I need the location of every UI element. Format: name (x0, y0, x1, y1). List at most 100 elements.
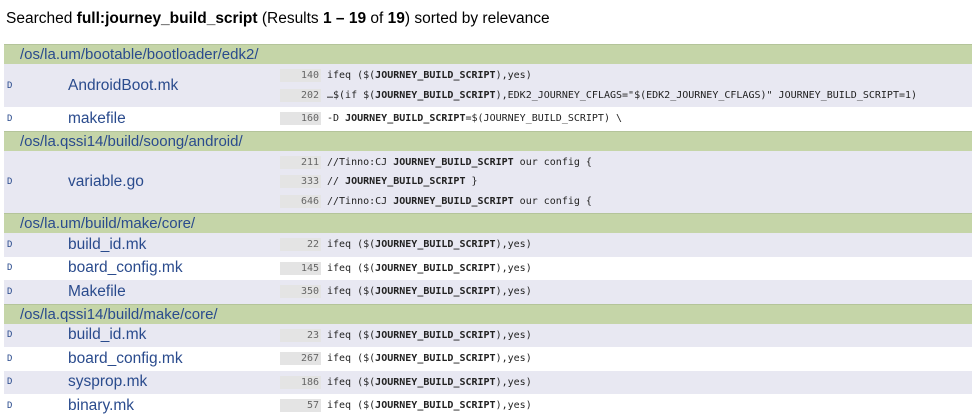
code-text: ifeq ($( (327, 239, 376, 251)
code-match-highlight: JOURNEY_BUILD_SCRIPT (375, 89, 496, 101)
code-snippet-link[interactable]: ifeq ($(JOURNEY_BUILD_SCRIPT),yes) (327, 239, 532, 250)
code-snippet-link[interactable]: ifeq ($(JOURNEY_BUILD_SCRIPT),yes) (327, 263, 532, 274)
document-icon[interactable]: D (7, 354, 12, 364)
document-icon[interactable]: D (7, 177, 12, 187)
directory-link[interactable]: /os/la.qssi14/build/soong/android/ (4, 130, 972, 151)
code-text: ifeq ($( (327, 353, 376, 365)
file-link[interactable]: build_id.mk (68, 326, 146, 344)
document-icon[interactable]: D (7, 330, 12, 340)
match-lines: 186 ifeq ($(JOURNEY_BUILD_SCRIPT),yes) (280, 371, 972, 395)
code-text: our config { (513, 195, 592, 207)
line-number-link[interactable]: 140 (280, 69, 321, 83)
results-range: 1 – 19 (323, 10, 367, 27)
line-number-link[interactable]: 186 (280, 375, 321, 389)
result-row: Dboard_config.mk 145 ifeq ($(JOURNEY_BUILD… (4, 256, 972, 281)
code-text: ifeq ($( (327, 329, 376, 341)
document-icon[interactable]: D (7, 287, 12, 297)
code-match-highlight: JOURNEY_BUILD_SCRIPT (375, 286, 496, 298)
match-line: 140 ifeq ($(JOURNEY_BUILD_SCRIPT),yes) (280, 66, 972, 86)
code-text: ),yes) (495, 70, 532, 82)
document-icon[interactable]: D (7, 81, 12, 91)
directory-link[interactable]: /os/la.um/bootable/bootloader/edk2/ (4, 44, 972, 64)
code-match-highlight: JOURNEY_BUILD_SCRIPT (375, 239, 496, 251)
document-icon[interactable]: D (7, 377, 12, 387)
code-snippet-link[interactable]: ifeq ($(JOURNEY_BUILD_SCRIPT),yes) (327, 377, 532, 388)
document-icon[interactable]: D (7, 240, 12, 250)
search-query: full:journey_build_script (76, 10, 258, 27)
document-icon[interactable]: D (7, 263, 12, 273)
code-text: =$(JOURNEY_BUILD_SCRIPT) \ (465, 113, 623, 125)
code-snippet-link[interactable]: //Tinno:CJ JOURNEY_BUILD_SCRIPT our conf… (327, 196, 592, 207)
code-match-highlight: JOURNEY_BUILD_SCRIPT (375, 376, 496, 388)
line-number-link[interactable]: 22 (280, 238, 321, 252)
match-line: 160 -D JOURNEY_BUILD_SCRIPT=$(JOURNEY_BUI… (280, 109, 972, 129)
code-text: ifeq ($( (327, 376, 376, 388)
match-lines: 211 //Tinno:CJ JOURNEY_BUILD_SCRIPT our c… (280, 151, 972, 214)
code-text: ),yes) (495, 400, 532, 412)
line-number-link[interactable]: 267 (280, 352, 321, 366)
code-text: } (465, 176, 478, 188)
code-text: ),yes) (495, 329, 532, 341)
code-text: ),yes) (495, 286, 532, 298)
match-line: 350 ifeq ($(JOURNEY_BUILD_SCRIPT),yes) (280, 282, 972, 302)
code-match-highlight: JOURNEY_BUILD_SCRIPT (375, 353, 496, 365)
line-number-link[interactable]: 202 (280, 88, 321, 102)
document-icon[interactable]: D (7, 114, 12, 124)
summary-text: (Results (257, 10, 323, 27)
file-link[interactable]: Makefile (68, 283, 126, 301)
match-lines: 22 ifeq ($(JOURNEY_BUILD_SCRIPT),yes) (280, 233, 972, 257)
result-row: D AndroidBoot.mk 140 ifeq ($(JOURNEY_BUILD_… (4, 64, 972, 107)
match-lines: 145 ifeq ($(JOURNEY_BUILD_SCRIPT),yes) (280, 257, 972, 281)
code-snippet-link[interactable]: ifeq ($(JOURNEY_BUILD_SCRIPT),yes) (327, 400, 532, 411)
code-text: ),yes) (495, 239, 532, 251)
code-text: ),EDK2_JOURNEY_CFLAGS="$(EDK2_JOURNEY_CF… (495, 89, 918, 101)
code-match-highlight: JOURNEY_BUILD_SCRIPT (393, 195, 514, 207)
code-snippet-link[interactable]: // JOURNEY_BUILD_SCRIPT } (327, 176, 478, 187)
line-number-link[interactable]: 350 (280, 285, 321, 299)
line-number-link[interactable]: 646 (280, 194, 321, 208)
code-snippet-link[interactable]: //Tinno:CJ JOURNEY_BUILD_SCRIPT our conf… (327, 157, 592, 168)
line-number-link[interactable]: 333 (280, 175, 321, 189)
file-link[interactable]: board_config.mk (68, 350, 183, 368)
summary-suffix: ) sorted by relevance (404, 10, 550, 27)
code-snippet-link[interactable]: ifeq ($(JOURNEY_BUILD_SCRIPT),yes) (327, 286, 532, 297)
code-snippet-link[interactable]: ifeq ($(JOURNEY_BUILD_SCRIPT),yes) (327, 70, 532, 81)
code-snippet-link[interactable]: ifeq ($(JOURNEY_BUILD_SCRIPT),yes) (327, 353, 532, 364)
file-link[interactable]: binary.mk (68, 397, 134, 415)
code-text: ifeq ($( (327, 400, 376, 412)
results-list: /os/la.um/bootable/bootloader/edk2/D Andr… (4, 44, 972, 418)
code-match-highlight: JOURNEY_BUILD_SCRIPT (375, 400, 496, 412)
line-number-link[interactable]: 211 (280, 155, 321, 169)
code-text: ),yes) (495, 376, 532, 388)
line-number-link[interactable]: 145 (280, 261, 321, 275)
directory-link[interactable]: /os/la.um/build/make/core/ (4, 213, 972, 233)
document-icon[interactable]: D (7, 401, 12, 411)
match-lines: 23 ifeq ($(JOURNEY_BUILD_SCRIPT),yes) (280, 324, 972, 348)
directory-link[interactable]: /os/la.qssi14/build/make/core/ (4, 303, 972, 324)
file-link[interactable]: variable.go (68, 173, 144, 191)
search-summary: Searched full:journey_build_script (Resu… (6, 10, 550, 28)
file-link[interactable]: AndroidBoot.mk (68, 77, 178, 95)
file-link[interactable]: board_config.mk (68, 259, 183, 277)
match-lines: 140 ifeq ($(JOURNEY_BUILD_SCRIPT),yes) 202… (280, 64, 972, 107)
code-snippet-link[interactable]: -D JOURNEY_BUILD_SCRIPT=$(JOURNEY_BUILD_… (327, 113, 622, 124)
line-number-link[interactable]: 23 (280, 328, 321, 342)
match-line: 23 ifeq ($(JOURNEY_BUILD_SCRIPT),yes) (280, 326, 972, 346)
code-match-highlight: JOURNEY_BUILD_SCRIPT (375, 329, 496, 341)
results-total: 19 (387, 10, 405, 27)
match-lines: 350 ifeq ($(JOURNEY_BUILD_SCRIPT),yes) (280, 280, 972, 304)
code-snippet-link[interactable]: ifeq ($(JOURNEY_BUILD_SCRIPT),yes) (327, 330, 532, 341)
line-number-link[interactable]: 160 (280, 112, 321, 126)
match-lines: 267 ifeq ($(JOURNEY_BUILD_SCRIPT),yes) (280, 347, 972, 371)
line-number-link[interactable]: 57 (280, 399, 321, 413)
file-link[interactable]: makefile (68, 110, 126, 128)
match-lines: 160 -D JOURNEY_BUILD_SCRIPT=$(JOURNEY_BUI… (280, 107, 972, 131)
file-link[interactable]: sysprop.mk (68, 373, 147, 391)
code-text: // (327, 176, 346, 188)
code-text: -D (327, 113, 346, 125)
code-snippet-link[interactable]: …$(if $(JOURNEY_BUILD_SCRIPT),EDK2_JOURN… (327, 90, 917, 101)
match-line: 186 ifeq ($(JOURNEY_BUILD_SCRIPT),yes) (280, 373, 972, 393)
result-row: Dbuild_id.mk 22 ifeq ($(JOURNEY_BUILD_SCRI… (4, 233, 972, 257)
code-text: our config { (513, 156, 592, 168)
file-link[interactable]: build_id.mk (68, 236, 146, 254)
